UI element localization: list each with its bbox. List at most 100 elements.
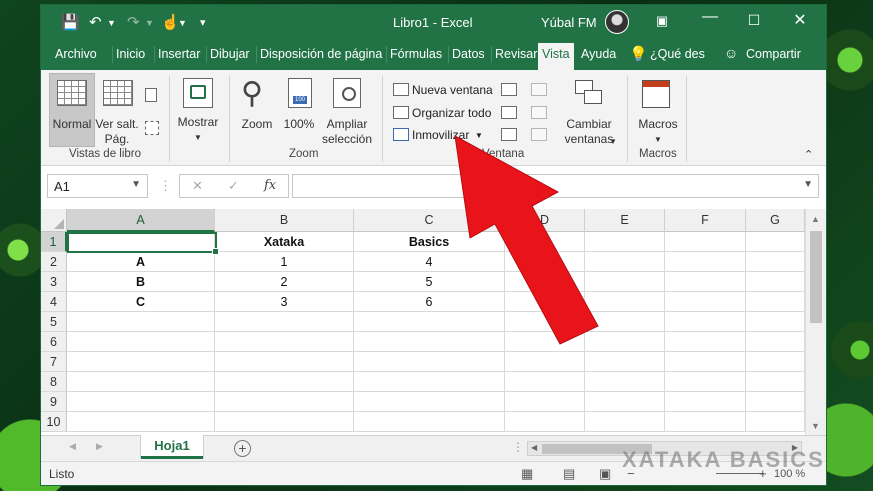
- scroll-up-icon[interactable]: ▲: [811, 214, 820, 224]
- zoom-100-icon[interactable]: 100: [288, 78, 312, 108]
- cell-c9[interactable]: [354, 392, 505, 412]
- cell-g2[interactable]: [746, 252, 805, 272]
- cell-d10[interactable]: [505, 412, 585, 432]
- column-header-e[interactable]: E: [585, 209, 665, 232]
- cell-f1[interactable]: [665, 232, 746, 252]
- prev-sheet-icon[interactable]: ◀: [69, 441, 76, 452]
- touch-mode-icon[interactable]: ☝: [161, 13, 180, 31]
- cell-e4[interactable]: [585, 292, 665, 312]
- cell-b9[interactable]: [215, 392, 354, 412]
- cell-c10[interactable]: [354, 412, 505, 432]
- cell-e2[interactable]: [585, 252, 665, 272]
- close-button[interactable]: ✕: [785, 10, 815, 30]
- cell-c4[interactable]: 6: [354, 292, 505, 312]
- cell-d5[interactable]: [505, 312, 585, 332]
- freeze-panes-dropdown-icon[interactable]: ▼: [475, 131, 483, 140]
- column-header-c[interactable]: C: [354, 209, 505, 232]
- vertical-scrollbar[interactable]: ▲ ▼: [805, 209, 826, 435]
- worksheet-grid[interactable]: ABCDEFG 1 2 3 4 5 6 7 8 9 10 Xataka Basics A 1 4 B 2 5 C 3…: [41, 209, 826, 435]
- cell-g6[interactable]: [746, 332, 805, 352]
- cell-f4[interactable]: [665, 292, 746, 312]
- name-box-dropdown-icon[interactable]: ▼: [131, 179, 141, 190]
- row-header-4[interactable]: 4: [41, 292, 67, 312]
- cell-d4[interactable]: [505, 292, 585, 312]
- cell-b5[interactable]: [215, 312, 354, 332]
- scroll-down-icon[interactable]: ▼: [811, 421, 820, 431]
- formula-input[interactable]: ▼: [292, 174, 819, 198]
- cell-d3[interactable]: [505, 272, 585, 292]
- tab-revisar[interactable]: Revisar: [490, 46, 537, 63]
- hide-window-icon[interactable]: [501, 106, 517, 119]
- cell-b6[interactable]: [215, 332, 354, 352]
- page-layout-status-icon[interactable]: ▤: [563, 466, 575, 482]
- cell-e6[interactable]: [585, 332, 665, 352]
- row-header-10[interactable]: 10: [41, 412, 67, 432]
- cell-d8[interactable]: [505, 372, 585, 392]
- cell-e3[interactable]: [585, 272, 665, 292]
- zoom-selection-icon[interactable]: [333, 78, 361, 108]
- macros-dropdown-icon[interactable]: ▼: [633, 132, 683, 147]
- cell-a9[interactable]: [67, 392, 215, 412]
- cell-d7[interactable]: [505, 352, 585, 372]
- cell-b3[interactable]: 2: [215, 272, 354, 292]
- tab-disposicion[interactable]: Disposición de página: [255, 46, 382, 63]
- minimize-button[interactable]: —: [695, 8, 725, 26]
- cell-d9[interactable]: [505, 392, 585, 412]
- cell-a2[interactable]: A: [67, 252, 215, 272]
- cancel-icon[interactable]: ✕: [192, 178, 203, 194]
- row-header-6[interactable]: 6: [41, 332, 67, 352]
- cell-g9[interactable]: [746, 392, 805, 412]
- touch-dropdown-icon[interactable]: ▼: [178, 18, 187, 28]
- cell-g8[interactable]: [746, 372, 805, 392]
- column-header-b[interactable]: B: [215, 209, 354, 232]
- synchronous-scroll-icon[interactable]: [531, 106, 547, 119]
- cell-g5[interactable]: [746, 312, 805, 332]
- cell-c3[interactable]: 5: [354, 272, 505, 292]
- tab-dibujar[interactable]: Dibujar: [206, 46, 250, 63]
- normal-view-status-icon[interactable]: ▦: [521, 466, 533, 482]
- scroll-left-icon[interactable]: ◀: [531, 443, 537, 452]
- cell-c8[interactable]: [354, 372, 505, 392]
- switch-windows-label-1[interactable]: Cambiar: [559, 117, 619, 132]
- cell-d2[interactable]: [505, 252, 585, 272]
- user-name[interactable]: Yúbal FM: [541, 15, 597, 30]
- undo-dropdown-icon[interactable]: ▼: [107, 18, 116, 28]
- cell-c1[interactable]: Basics: [354, 232, 505, 252]
- row-header-3[interactable]: 3: [41, 272, 67, 292]
- show-button-label[interactable]: Mostrar: [173, 115, 223, 130]
- custom-views-icon[interactable]: [145, 121, 159, 135]
- page-break-status-icon[interactable]: ▣: [599, 466, 611, 482]
- new-window-button[interactable]: Nueva ventana: [412, 83, 493, 97]
- ribbon-display-icon[interactable]: ▣: [647, 13, 677, 29]
- maximize-button[interactable]: ☐: [739, 12, 769, 29]
- add-sheet-button[interactable]: +: [234, 440, 251, 457]
- tab-vista[interactable]: Vista: [538, 43, 574, 70]
- cell-g10[interactable]: [746, 412, 805, 432]
- cell-c6[interactable]: [354, 332, 505, 352]
- cell-a6[interactable]: [67, 332, 215, 352]
- next-sheet-icon[interactable]: ▶: [96, 441, 103, 452]
- avatar[interactable]: [605, 10, 629, 34]
- cell-b4[interactable]: 3: [215, 292, 354, 312]
- cell-b10[interactable]: [215, 412, 354, 432]
- cell-f6[interactable]: [665, 332, 746, 352]
- tab-inicio[interactable]: Inicio: [111, 46, 145, 63]
- cell-a4[interactable]: C: [67, 292, 215, 312]
- cell-f8[interactable]: [665, 372, 746, 392]
- column-header-a[interactable]: A: [67, 209, 215, 232]
- cell-a5[interactable]: [67, 312, 215, 332]
- cell-b7[interactable]: [215, 352, 354, 372]
- tab-formulas[interactable]: Fórmulas: [385, 46, 442, 63]
- redo-dropdown-icon[interactable]: ▼: [145, 18, 154, 28]
- cell-c7[interactable]: [354, 352, 505, 372]
- cell-e10[interactable]: [585, 412, 665, 432]
- cell-b2[interactable]: 1: [215, 252, 354, 272]
- zoom-selection-label-2[interactable]: selección: [315, 132, 379, 147]
- zoom-button-label[interactable]: Zoom: [237, 117, 277, 132]
- zoom-selection-label-1[interactable]: Ampliar: [315, 117, 379, 132]
- view-side-by-side-icon[interactable]: [531, 83, 547, 96]
- switch-windows-dropdown-icon[interactable]: ▼: [609, 134, 617, 149]
- cell-f9[interactable]: [665, 392, 746, 412]
- arrange-all-button[interactable]: Organizar todo: [412, 106, 491, 120]
- cell-c2[interactable]: 4: [354, 252, 505, 272]
